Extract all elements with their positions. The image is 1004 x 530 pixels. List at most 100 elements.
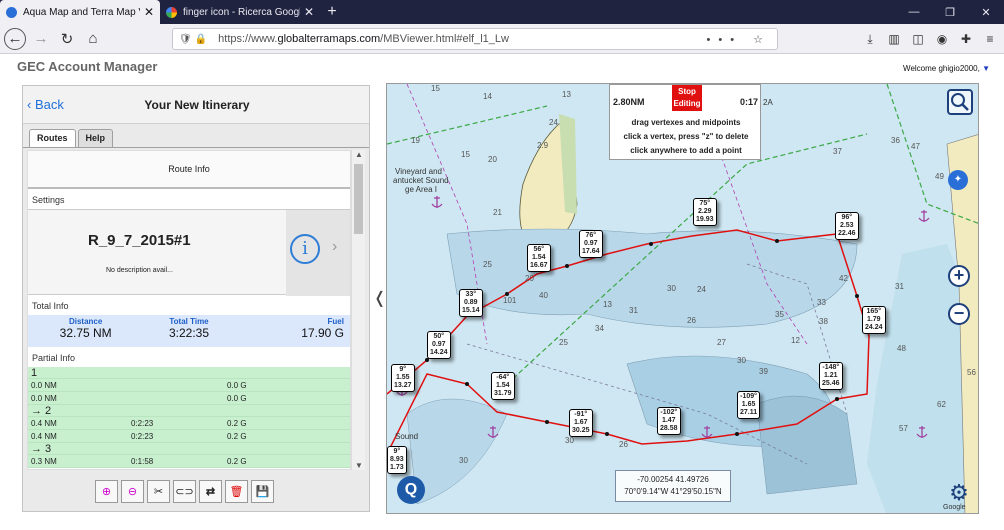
home-icon[interactable]: ⌂ <box>82 28 104 50</box>
save-route-button[interactable]: 💾 <box>251 480 274 503</box>
route-details: Route Info Settings R_9_7_2015#1 No desc… <box>27 150 351 470</box>
tab-help[interactable]: Help <box>77 129 114 147</box>
browser-tab-bar: Aqua Map and Terra Map Viewer ✕ finger i… <box>0 0 1004 24</box>
browser-tab-google[interactable]: finger icon - Ricerca Google ✕ <box>160 0 320 24</box>
swap-arrows-icon: ⇄ <box>205 486 216 498</box>
edit-time: 0:17 <box>739 97 758 107</box>
collapse-panel-icon[interactable]: ❬ <box>373 288 386 308</box>
total-distance: Distance 32.75 NM <box>59 317 112 340</box>
route-leg-label[interactable]: -148° 1.21 25.46 <box>819 362 843 390</box>
depth-sounding: 48 <box>897 344 906 353</box>
route-leg-label[interactable]: 9° 1.55 13.27 <box>391 364 415 392</box>
download-icon[interactable]: ⤓ <box>862 28 878 50</box>
aquamap-logo-icon[interactable]: Q <box>397 476 425 504</box>
zoom-in-button[interactable]: + <box>948 265 970 287</box>
route-leg-label[interactable]: 96° 2.53 22.46 <box>835 212 859 240</box>
route-leg-label[interactable]: 56° 1.54 16.67 <box>527 244 551 272</box>
route-leg-label[interactable]: -102° 1.47 28.58 <box>657 407 681 435</box>
welcome-user[interactable]: Welcome ghigio2000, ▼ <box>903 64 990 73</box>
browser-tab-aquamap[interactable]: Aqua Map and Terra Map Viewer ✕ <box>0 0 160 24</box>
sidebar-icon[interactable]: ◫ <box>910 28 926 50</box>
reverse-route-button[interactable]: ⇄ <box>199 480 222 503</box>
scroll-down-icon[interactable]: ▼ <box>352 461 366 470</box>
depth-sounding: 101 <box>503 296 517 305</box>
zoom-out-button[interactable]: − <box>948 303 970 325</box>
route-leg-label[interactable]: 75° 2.29 19.93 <box>693 198 717 226</box>
lock-icon[interactable]: 🛡🔒 <box>179 34 210 45</box>
close-icon[interactable]: ✕ <box>144 5 154 19</box>
aquamap-favicon-icon <box>6 6 17 18</box>
depth-sounding: 34 <box>595 324 604 333</box>
page-actions[interactable]: ••• ☆ <box>707 33 771 46</box>
depth-sounding: 42 <box>839 274 848 283</box>
add-waypoint-button[interactable]: ⊕ <box>95 480 118 503</box>
close-icon[interactable]: ✕ <box>304 5 314 19</box>
url-bar[interactable]: 🛡🔒 https://www.globalterramaps.com/MBVie… <box>172 28 778 50</box>
tab-routes[interactable]: Routes <box>29 129 76 147</box>
route-leg-label[interactable]: -64° 1.54 31.79 <box>491 372 515 400</box>
depth-sounding: 20 <box>488 155 497 164</box>
chevron-down-icon[interactable]: ▼ <box>982 64 990 73</box>
route-settings-button[interactable]: i › <box>286 210 350 296</box>
back-button[interactable]: ‹ Back <box>27 97 64 112</box>
route-leg-label[interactable]: 50° 0.97 14.24 <box>427 331 451 359</box>
route-leg-label[interactable]: 9° 8.93 1.73 <box>387 446 407 474</box>
new-tab-icon[interactable]: + <box>320 0 344 24</box>
panel-header: Your New Itinerary ‹ Back <box>23 86 369 124</box>
edit-distance: 2.80NM <box>613 97 645 107</box>
cursor-coordinates: -70.00254 41.49726 70°0'9.14"W 41°29'50.… <box>615 470 731 502</box>
depth-sounding: 31 <box>895 282 904 291</box>
depth-sounding: 27 <box>717 338 726 347</box>
account-icon[interactable]: ◉ <box>934 28 950 50</box>
forward-arrow-icon[interactable]: → <box>30 28 52 50</box>
info-icon: i <box>290 234 320 264</box>
nautical-chart-map[interactable]: Vineyard and antucket Sound ge Area I Sound… <box>386 83 979 514</box>
depth-sounding: 62 <box>937 400 946 409</box>
scrollbar-thumb[interactable] <box>354 164 363 234</box>
depth-sounding: 37 <box>833 147 842 156</box>
close-window-icon[interactable]: ✕ <box>968 0 1004 24</box>
scroll-up-icon[interactable]: ▲ <box>352 150 366 159</box>
link-icon: ⊂⊃ <box>175 486 194 498</box>
depth-sounding: 24 <box>549 118 558 127</box>
compass-icon[interactable]: ✦ <box>948 170 968 190</box>
route-info-header: Route Info <box>28 151 350 189</box>
depth-sounding: 20 <box>525 274 534 283</box>
minimize-icon[interactable]: — <box>896 0 932 24</box>
itinerary-panel: Your New Itinerary ‹ Back Routes Help Ro… <box>22 85 370 512</box>
reload-icon[interactable]: ↻ <box>56 28 78 50</box>
route-leg-label[interactable]: 165° 1.79 24.24 <box>862 306 886 334</box>
depth-sounding: 24 <box>697 285 706 294</box>
library-icon[interactable]: ▥ <box>886 28 902 50</box>
depth-sounding: 15 <box>461 150 470 159</box>
map-search-button[interactable] <box>947 89 973 115</box>
panel-scrollbar[interactable]: ▲ ▼ <box>351 150 365 470</box>
remove-waypoint-button[interactable]: ⊖ <box>121 480 144 503</box>
tab-label: finger icon - Ricerca Google <box>183 6 300 18</box>
partial-info-row: 0.4 NM 0:2:23 0.2 G <box>28 417 350 430</box>
restore-icon[interactable]: ❐ <box>932 0 968 24</box>
gear-icon[interactable]: ⚙ <box>947 482 971 506</box>
route-leg-label[interactable]: -91° 1.67 30.25 <box>569 409 593 437</box>
route-leg-label[interactable]: -109° 1.65 27.11 <box>737 391 761 419</box>
route-leg-label[interactable]: 76° 0.97 17.64 <box>579 230 603 258</box>
join-route-button[interactable]: ⊂⊃ <box>173 480 196 503</box>
route-leg-label[interactable]: 33° 0.89 15.14 <box>459 289 483 317</box>
tab-label: Aqua Map and Terra Map Viewer <box>23 6 140 18</box>
depth-sounding: 49 <box>935 172 944 181</box>
chevron-right-icon: › <box>332 238 338 255</box>
url-text: https://www.globalterramaps.com/MBViewer… <box>218 33 509 45</box>
delete-route-button[interactable]: 🗑 <box>225 480 248 503</box>
total-info-label: Total Info <box>32 301 69 311</box>
extensions-icon[interactable]: ✚ <box>958 28 974 50</box>
menu-icon[interactable]: ≡ <box>982 28 998 50</box>
route-description: No description avail... <box>106 267 173 274</box>
back-arrow-icon[interactable]: ← <box>4 27 26 50</box>
depth-sounding: 39 <box>759 367 768 376</box>
depth-sounding: 30 <box>667 284 676 293</box>
trash-icon: 🗑 <box>229 486 244 498</box>
split-route-button[interactable]: ✂ <box>147 480 170 503</box>
depth-sounding: 26 <box>619 440 628 449</box>
stop-editing-button[interactable]: Stop Editing <box>672 85 702 111</box>
search-icon <box>951 93 969 111</box>
